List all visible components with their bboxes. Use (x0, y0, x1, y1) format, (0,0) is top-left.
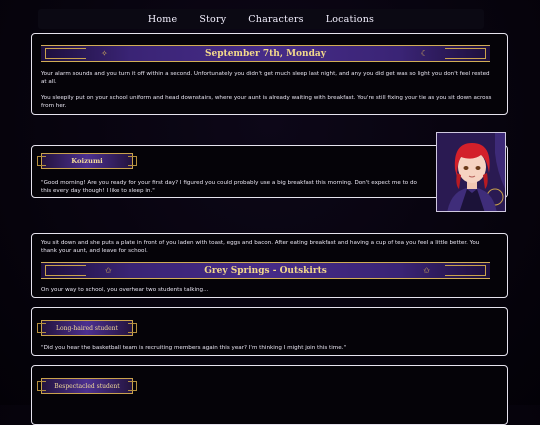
nav-characters-link[interactable]: Characters (248, 14, 303, 25)
top-navigation: Home Story Characters Locations (38, 9, 484, 29)
narration-box: ✧ September 7th, Monday ☾ Your alarm sou… (31, 33, 508, 115)
speaker-nameplate: Bespectacled student (37, 378, 137, 394)
dialogue-text: "Good morning! Are you ready for your fi… (41, 180, 417, 194)
nav-story-link[interactable]: Story (199, 14, 226, 25)
date-banner: ✧ September 7th, Monday ☾ (41, 45, 490, 62)
speaker-nameplate: Koizumi (37, 153, 137, 169)
dialogue-box: Long-haired student "Did you hear the ba… (31, 307, 508, 356)
nav-home-link[interactable]: Home (148, 14, 177, 25)
speaker-nameplate: Long-haired student (37, 320, 137, 336)
narration-text: You sit down and she puts a plate in fro… (41, 240, 480, 254)
dialogue-text: "Did you hear the basketball team is rec… (41, 345, 347, 351)
narration-text: On your way to school, you overhear two … (41, 287, 209, 293)
character-portrait (436, 132, 506, 212)
moon-ornament-icon: ☾ (420, 49, 428, 58)
star-ornament-icon: ✩ (423, 266, 430, 275)
nav-locations-link[interactable]: Locations (326, 14, 374, 25)
dialogue-box: Bespectacled student (31, 365, 508, 425)
narration-box: You sit down and she puts a plate in fro… (31, 233, 508, 298)
narration-text: Your alarm sounds and you turn it off wi… (41, 71, 490, 85)
location-banner: ✩ Grey Springs - Outskirts ✩ (41, 262, 490, 279)
koizumi-portrait-image (437, 133, 505, 211)
narration-text: You sleepily put on your school uniform … (41, 95, 492, 109)
